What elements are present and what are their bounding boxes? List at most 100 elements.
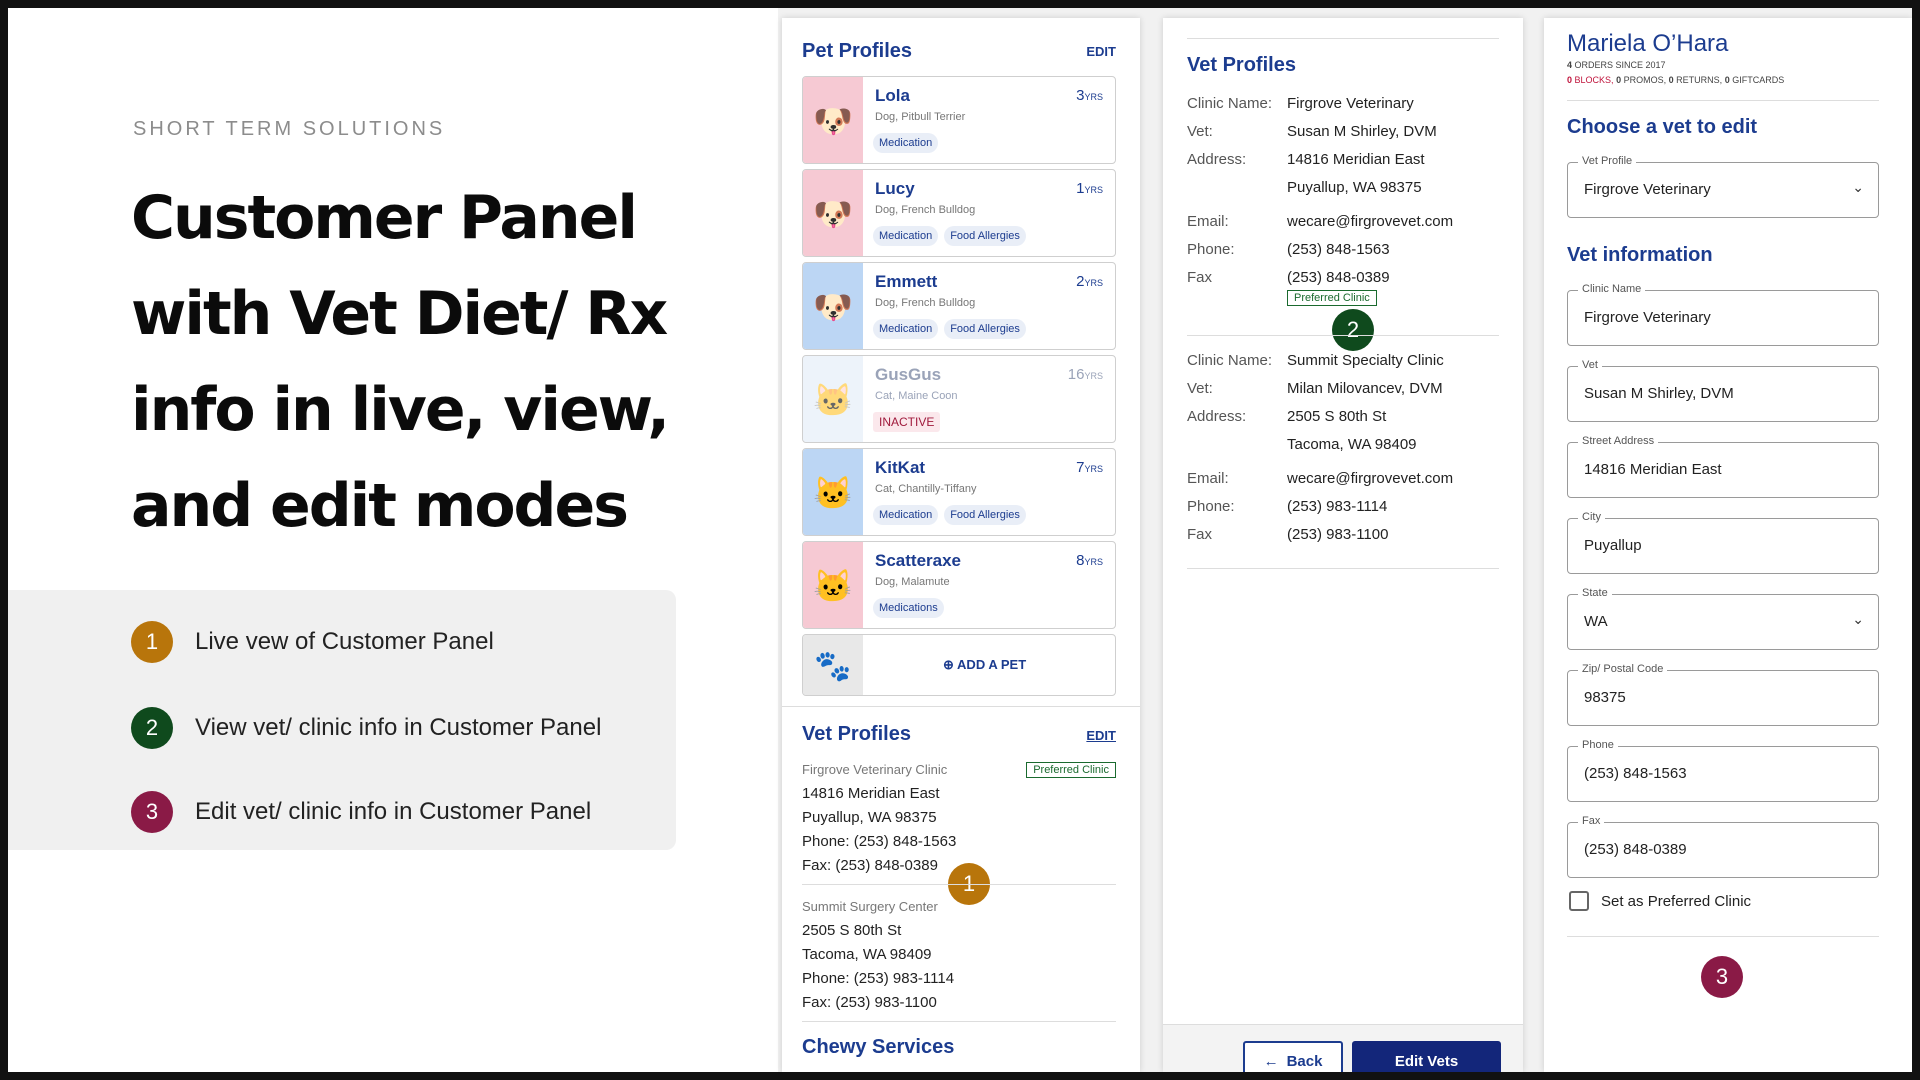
phone-field[interactable]: Phone (253) 848-1563	[1567, 739, 1879, 802]
marker-3: 3	[1701, 956, 1743, 998]
fax-field[interactable]: Fax (253) 848-0389	[1567, 815, 1879, 878]
customer-name: Mariela O’Hara	[1567, 30, 1729, 57]
plus-circle-icon: ⊕	[943, 657, 954, 672]
divider	[782, 706, 1140, 707]
address-line: 14816 Meridian East	[802, 785, 940, 802]
dog-icon: 🐶	[803, 263, 863, 349]
divider	[1567, 936, 1879, 937]
phone-text: Phone: (253) 848-1563	[802, 833, 957, 850]
hero-line: Customer Panel	[131, 183, 638, 253]
pet-age: 7YRS	[1076, 459, 1103, 476]
pet-card[interactable]: 🐱 KitKat Cat, Chantilly-Tiffany 7YRS Med…	[802, 448, 1116, 536]
chewy-services-title: Chewy Services	[802, 1036, 955, 1058]
vet-profiles-title: Vet Profiles	[1187, 54, 1296, 76]
clinic-name-field[interactable]: Clinic Name Firgrove Veterinary	[1567, 283, 1879, 346]
legend-item-3: 3 Edit vet/ clinic info in Customer Pane…	[131, 791, 591, 833]
vet-name: Susan M Shirley, DVM	[1287, 123, 1437, 140]
hero-line: and edit modes	[131, 471, 629, 541]
cat-icon: 🐱	[803, 356, 863, 442]
clinic-name: Summit Specialty Clinic	[1287, 352, 1444, 369]
tag-medication: Medication	[873, 505, 939, 525]
divider	[802, 884, 1116, 885]
view-vet-panel: Vet Profiles Clinic Name: Firgrove Veteri…	[1163, 18, 1523, 1072]
vet-edit-link[interactable]: EDIT	[1086, 728, 1116, 743]
legend-text: Edit vet/ clinic info in Customer Panel	[195, 798, 592, 825]
city-field[interactable]: City Puyallup	[1567, 511, 1879, 574]
preferred-clinic-badge: Preferred Clinic	[1287, 290, 1377, 306]
state-select[interactable]: State WA ⌄	[1567, 587, 1879, 650]
fax-text: (253) 983-1100	[1287, 526, 1389, 543]
legend-text: View vet/ clinic info in Customer Panel	[195, 714, 602, 741]
pet-name: Scatteraxe	[875, 551, 962, 570]
pet-age: 8YRS	[1076, 552, 1103, 569]
chevron-down-icon: ⌄	[1852, 179, 1864, 195]
address-line: 2505 S 80th St	[1287, 408, 1387, 425]
pet-profiles-title: Pet Profiles	[802, 40, 913, 62]
pet-age: 16YRS	[1067, 366, 1103, 383]
pet-breed: Dog, French Bulldog	[875, 204, 976, 216]
legend-item-2: 2 View vet/ clinic info in Customer Pane…	[131, 707, 601, 749]
tag-medication: Medications	[873, 598, 944, 618]
vet-profile-select[interactable]: Vet Profile Firgrove Veterinary ⌄	[1567, 155, 1879, 218]
legend-text: Live vew of Customer Panel	[195, 628, 494, 655]
street-address-field[interactable]: Street Address 14816 Meridian East	[1567, 435, 1879, 498]
vet-detail: Clinic Name: Summit Specialty Clinic Vet:…	[1187, 347, 1507, 549]
cat-icon: 🐱	[803, 542, 863, 628]
back-button[interactable]: ← Back	[1243, 1041, 1343, 1072]
orders-summary: 4 ORDERS SINCE 2017	[1567, 60, 1666, 70]
checkbox-label: Set as Preferred Clinic	[1601, 892, 1752, 910]
address-line: Puyallup, WA 98375	[802, 809, 937, 826]
account-stats: 0 BLOCKS, 0 PROMOS, 0 RETURNS, 0 GIFTCAR…	[1567, 75, 1785, 85]
edit-vet-panel: Mariela O’Hara 4 ORDERS SINCE 2017 0 BLO…	[1544, 18, 1912, 1072]
hero-line: with Vet Diet/ Rx	[131, 279, 668, 349]
live-customer-panel: Pet Profiles EDIT 🐶 Lola Dog, Pitbull Te…	[782, 18, 1140, 1072]
pet-card[interactable]: 🐶 Emmett Dog, French Bulldog 2YRS Medica…	[802, 262, 1116, 350]
pet-age: 3YRS	[1076, 87, 1103, 104]
chevron-down-icon: ⌄	[1852, 611, 1864, 627]
arrow-left-icon: ←	[1263, 1053, 1279, 1070]
phone-text: (253) 848-1563	[1287, 241, 1390, 258]
pet-card[interactable]: 🐱 Scatteraxe Dog, Malamute 8YRS Medicati…	[802, 541, 1116, 629]
slide: SHORT TERM SOLUTIONS Customer Panel with…	[8, 8, 1912, 1072]
divider	[802, 1021, 1116, 1022]
pet-edit-link[interactable]: EDIT	[1086, 44, 1116, 59]
zip-field[interactable]: Zip/ Postal Code 98375	[1567, 663, 1879, 726]
preferred-clinic-badge: Preferred Clinic	[1026, 762, 1116, 778]
checkbox[interactable]	[1569, 891, 1589, 911]
pet-card[interactable]: 🐶 Lola Dog, Pitbull Terrier 3YRS Medicat…	[802, 76, 1116, 164]
legend-number: 1	[131, 621, 173, 663]
vet-field[interactable]: Vet Susan M Shirley, DVM	[1567, 359, 1879, 422]
clinic-name: Summit Surgery Center	[802, 899, 938, 914]
tag-medication: Medication	[873, 319, 939, 339]
address-line: 2505 S 80th St	[802, 922, 902, 939]
add-pet-card[interactable]: 🐾 ⊕ ADD A PET	[802, 634, 1116, 696]
hero-line: info in live, view,	[131, 375, 670, 445]
tag-food-allergies: Food Allergies	[944, 319, 1026, 339]
add-pet-button[interactable]: ⊕ ADD A PET	[943, 657, 1026, 673]
divider	[1567, 100, 1879, 101]
legend: 1 Live vew of Customer Panel 2 View vet/…	[8, 590, 676, 850]
fax-text: Fax: (253) 983-1100	[802, 994, 937, 1011]
pet-age: 1YRS	[1076, 180, 1103, 197]
pet-name: Lola	[875, 86, 910, 105]
eyebrow: SHORT TERM SOLUTIONS	[133, 118, 446, 140]
legend-number: 3	[131, 791, 173, 833]
legend-number: 2	[131, 707, 173, 749]
fax-text: (253) 848-0389	[1287, 269, 1390, 286]
legend-item-1: 1 Live vew of Customer Panel	[131, 621, 494, 663]
divider	[1187, 335, 1499, 336]
pet-name: Emmett	[875, 272, 938, 291]
tag-food-allergies: Food Allergies	[944, 505, 1026, 525]
address-line: Puyallup, WA 98375	[1287, 179, 1422, 196]
hero-title: Customer Panel with Vet Diet/ Rx info in…	[131, 170, 771, 554]
edit-vets-button[interactable]: Edit Vets	[1352, 1041, 1501, 1072]
pet-breed: Cat, Maine Coon	[875, 390, 958, 402]
marker-2: 2	[1332, 309, 1374, 351]
pet-card[interactable]: 🐶 Lucy Dog, French Bulldog 1YRS Medicati…	[802, 169, 1116, 257]
pet-card[interactable]: 🐱 GusGus Cat, Maine Coon 16YRS INACTIVE	[802, 355, 1116, 443]
tag-medication: Medication	[873, 133, 939, 153]
email-text: wecare@firgrovevet.com	[1287, 470, 1454, 487]
inactive-badge: INACTIVE	[873, 412, 941, 432]
preferred-checkbox-row[interactable]: Set as Preferred Clinic	[1569, 891, 1751, 911]
pet-name: Lucy	[875, 179, 915, 198]
